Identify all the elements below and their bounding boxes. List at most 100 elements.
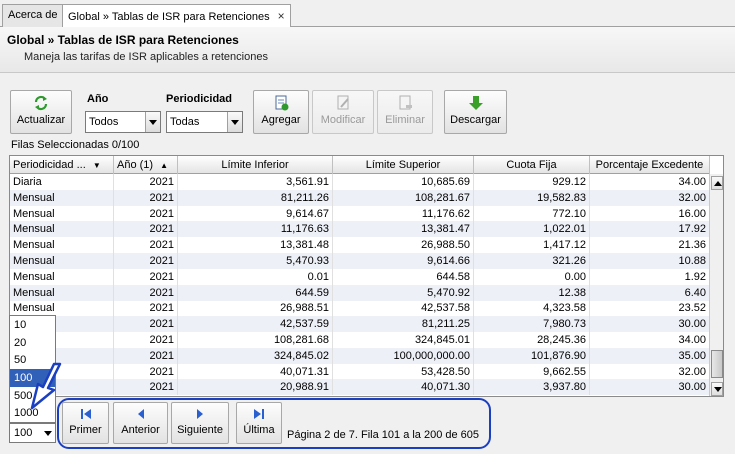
add-label: Agregar — [261, 114, 301, 126]
edit-label: Modificar — [320, 114, 366, 126]
last-page-button[interactable]: Última — [236, 402, 282, 444]
edit-document-icon — [337, 95, 349, 110]
table-cell: 81,211.26 — [178, 189, 333, 206]
column-header-porcentaje[interactable]: Porcentaje Excedente — [590, 156, 710, 174]
table-cell: 0.00 — [474, 268, 590, 285]
download-label: Descargar — [450, 114, 501, 126]
table-cell: 11,176.62 — [333, 205, 474, 222]
table-cell: 108,281.67 — [333, 189, 474, 206]
download-button[interactable]: Descargar — [444, 90, 507, 134]
download-arrow-icon — [468, 96, 483, 110]
table-cell: 2021 — [114, 363, 178, 380]
year-select[interactable]: Todos — [85, 111, 161, 133]
table-cell: 3,561.91 — [178, 174, 333, 190]
page-size-option[interactable]: 10 — [10, 316, 55, 334]
table-cell: 1.92 — [590, 268, 710, 285]
column-header-limite-superior[interactable]: Límite Superior — [333, 156, 474, 174]
column-header-limite-inferior[interactable]: Límite Inferior — [178, 156, 333, 174]
last-page-icon — [254, 409, 264, 419]
page-title: Global » Tablas de ISR para Retenciones — [7, 33, 239, 47]
table-cell: 10,685.69 — [333, 174, 474, 190]
table-cell: 9,662.55 — [474, 363, 590, 380]
filter-dropdown-icon[interactable]: ▼ — [93, 161, 101, 170]
table-row[interactable]: Mensual 2021 81,211.26 108,281.67 19,582.83 3… — [10, 189, 710, 206]
table-cell: 23.52 — [590, 300, 710, 317]
table-cell: 644.59 — [178, 284, 333, 301]
last-label: Última — [243, 424, 275, 436]
table-row[interactable]: Mensual 2021 0.01 644.58 0.00 1.92 — [10, 268, 710, 285]
table-row[interactable]: 2021 108,281.68 324,845.01 28,245.36 34.00 — [10, 332, 710, 348]
scroll-down-icon[interactable] — [711, 382, 723, 396]
table-cell: 108,281.68 — [178, 332, 333, 348]
table-row[interactable]: Mensual 2021 644.59 5,470.92 12.38 6.40 — [10, 284, 710, 301]
table-row[interactable]: Mensual 2021 26,988.51 42,537.58 4,323.58 23.… — [10, 300, 710, 317]
period-label: Periodicidad — [166, 93, 233, 105]
scroll-up-icon[interactable] — [711, 176, 723, 190]
table-cell: Mensual — [10, 253, 114, 269]
refresh-icon — [34, 95, 48, 111]
next-page-button[interactable]: Siguiente — [171, 402, 229, 444]
first-page-button[interactable]: Primer — [62, 402, 109, 444]
tab-tablas-isr[interactable]: Global » Tablas de ISR para Retenciones × — [62, 4, 291, 28]
delete-button[interactable]: Eliminar — [377, 90, 433, 134]
column-header-anio[interactable]: Año (1) ▲ — [114, 156, 178, 174]
grid-header: Periodicidad ... ▼ Año (1) ▲ Límite Infe… — [10, 156, 710, 174]
table-row[interactable]: Mensual 2021 9,614.67 11,176.62 772.10 16.00 — [10, 205, 710, 222]
tab-acerca-de[interactable]: Acerca de — [2, 4, 64, 27]
add-button[interactable]: Agregar — [253, 90, 309, 134]
column-header-periodicidad[interactable]: Periodicidad ... ▼ — [10, 156, 114, 174]
table-cell: Mensual — [10, 268, 114, 285]
table-cell: 34.00 — [590, 332, 710, 348]
column-header-label: Año (1) — [117, 159, 154, 171]
table-cell: 32.00 — [590, 189, 710, 206]
table-cell: 2021 — [114, 205, 178, 222]
table-row[interactable]: Mensual 2021 11,176.63 13,381.47 1,022.01 17.… — [10, 221, 710, 238]
period-select[interactable]: Todas — [166, 111, 243, 133]
add-document-icon — [275, 95, 289, 111]
table-cell: Diaria — [10, 174, 114, 190]
refresh-button[interactable]: Actualizar — [10, 90, 72, 134]
next-page-icon — [197, 409, 203, 419]
table-cell: 10.88 — [590, 253, 710, 269]
table-cell: 5,470.93 — [178, 253, 333, 269]
table-cell: 2021 — [114, 347, 178, 364]
edit-button[interactable]: Modificar — [312, 90, 374, 134]
column-header-label: Límite Superior — [365, 159, 441, 171]
vertical-scrollbar[interactable] — [709, 174, 723, 396]
table-cell: 42,537.59 — [178, 316, 333, 333]
table-cell: 2021 — [114, 174, 178, 190]
table-row[interactable]: 2021 324,845.02 100,000,000.00 101,876.90 35… — [10, 347, 710, 364]
table-cell: Mensual — [10, 205, 114, 222]
page-size-select[interactable]: 100 — [9, 423, 56, 443]
table-cell: 12.38 — [474, 284, 590, 301]
table-cell: 324,845.01 — [333, 332, 474, 348]
table-cell: 9,614.66 — [333, 253, 474, 269]
table-cell: 2021 — [114, 221, 178, 238]
table-row[interactable]: Diaria 2021 3,561.91 10,685.69 929.12 34.00 — [10, 174, 710, 190]
close-icon[interactable]: × — [278, 9, 285, 23]
table-cell: 17.92 — [590, 221, 710, 238]
column-header-cuota-fija[interactable]: Cuota Fija — [474, 156, 590, 174]
table-row[interactable]: 2021 20,988.91 40,071.30 3,937.80 30.00 — [10, 379, 710, 396]
previous-page-button[interactable]: Anterior — [113, 402, 168, 444]
table-row[interactable]: Mensual 2021 13,381.48 26,988.50 1,417.12 21.… — [10, 237, 710, 254]
table-cell: Mensual — [10, 284, 114, 301]
table-cell: 30.00 — [590, 316, 710, 333]
page-size-value: 100 — [14, 427, 33, 439]
table-cell: 26,988.50 — [333, 237, 474, 254]
previous-page-icon — [137, 409, 144, 419]
page-size-option[interactable]: 20 — [10, 334, 55, 352]
page-subtitle: Maneja las tarifas de ISR aplicables a r… — [24, 51, 268, 63]
table-cell: 7,980.73 — [474, 316, 590, 333]
table-cell: 40,071.31 — [178, 363, 333, 380]
table-row[interactable]: Mensual 2021 5,470.93 9,614.66 321.26 10.88 — [10, 253, 710, 269]
table-row[interactable]: 2021 42,537.59 81,211.25 7,980.73 30.00 — [10, 316, 710, 333]
table-cell: 2021 — [114, 253, 178, 269]
data-grid: Periodicidad ... ▼ Año (1) ▲ Límite Infe… — [9, 155, 724, 397]
column-header-label: Límite Inferior — [221, 159, 289, 171]
table-cell: 35.00 — [590, 347, 710, 364]
table-row[interactable]: 2021 40,071.31 53,428.50 9,662.55 32.00 — [10, 363, 710, 380]
scrollbar-thumb[interactable] — [711, 350, 723, 378]
table-cell: 321.26 — [474, 253, 590, 269]
sort-ascending-icon: ▲ — [160, 161, 169, 170]
